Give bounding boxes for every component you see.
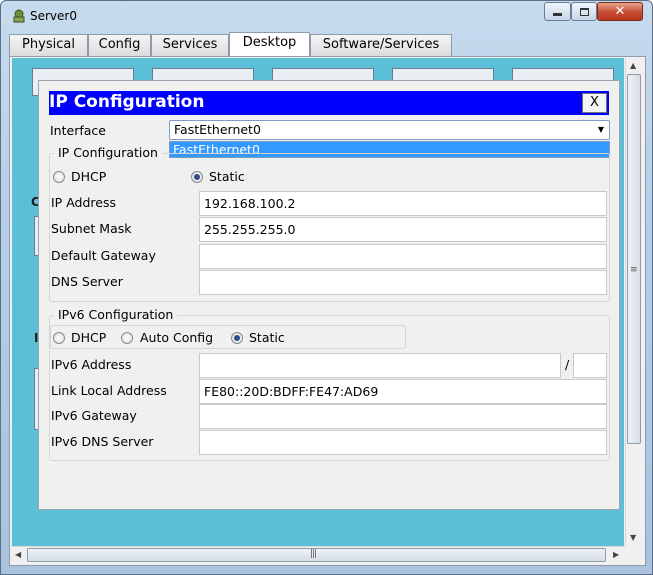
ip-address-label: IP Address <box>51 195 116 210</box>
title-bar[interactable]: Server0 ✕ <box>1 1 652 30</box>
ipv6-dns-server-field[interactable] <box>199 430 607 455</box>
ip-address-field[interactable]: 192.168.100.2 <box>199 191 607 216</box>
ipv4-group-title: IP Configuration <box>54 145 162 160</box>
ipv6-gateway-field[interactable] <box>199 404 607 429</box>
interface-select[interactable]: FastEthernet0 ▼ <box>169 120 610 140</box>
interface-select-value: FastEthernet0 <box>174 122 261 137</box>
horizontal-scrollbar[interactable]: ◀ ||| ▶ <box>12 546 625 563</box>
horizontal-scroll-thumb[interactable]: ||| <box>27 548 606 562</box>
ipv6-address-field[interactable] <box>199 353 561 378</box>
window-close-button[interactable]: ✕ <box>597 2 643 21</box>
vertical-scroll-thumb[interactable]: ≡ <box>627 74 641 444</box>
window-title: Server0 <box>30 9 77 23</box>
scroll-right-icon[interactable]: ▶ <box>613 550 619 559</box>
grip-icon: ≡ <box>630 265 637 275</box>
tab-config[interactable]: Config <box>88 34 151 56</box>
dns-server-field[interactable] <box>199 270 607 295</box>
ipv4-static-label[interactable]: Static <box>209 169 245 184</box>
close-icon: ✕ <box>614 4 626 19</box>
ipv6-dns-server-label: IPv6 DNS Server <box>51 434 154 449</box>
ipv4-static-radio[interactable] <box>191 171 203 183</box>
link-local-address-field[interactable]: FE80::20D:BDFF:FE47:AD69 <box>199 379 607 404</box>
ipv4-dhcp-label[interactable]: DHCP <box>71 169 106 184</box>
default-gateway-field[interactable] <box>199 244 607 269</box>
dialog-title-bar: IP Configuration <box>49 91 609 115</box>
tab-bar: Physical Config Services Desktop Softwar… <box>9 32 646 57</box>
vertical-scrollbar[interactable]: ▲ ≡ ▼ <box>625 58 642 546</box>
tab-desktop[interactable]: Desktop <box>229 32 310 57</box>
server-window: Server0 ✕ Physical Config Services Deskt… <box>0 0 653 575</box>
ipv4-dhcp-radio[interactable] <box>53 171 65 183</box>
link-local-address-label: Link Local Address <box>51 383 167 398</box>
ipv6-auto-config-label[interactable]: Auto Config <box>140 330 213 345</box>
grip-icon: ||| <box>310 549 317 559</box>
ipv6-dhcp-radio[interactable] <box>53 332 65 344</box>
scroll-left-icon[interactable]: ◀ <box>15 550 21 559</box>
scroll-down-icon[interactable]: ▼ <box>630 533 636 542</box>
subnet-mask-label: Subnet Mask <box>51 221 132 236</box>
dns-server-label: DNS Server <box>51 274 123 289</box>
ipv6-dhcp-label[interactable]: DHCP <box>71 330 106 345</box>
prefix-separator: / <box>565 357 570 372</box>
chevron-down-icon: ▼ <box>597 125 604 134</box>
minimize-icon <box>553 13 562 16</box>
dialog-title: IP Configuration <box>49 92 205 112</box>
app-icon <box>11 8 27 23</box>
dialog-close-button[interactable]: X <box>582 93 607 113</box>
default-gateway-label: Default Gateway <box>51 248 156 263</box>
minimize-button[interactable] <box>544 2 571 21</box>
ipv6-gateway-label: IPv6 Gateway <box>51 408 137 423</box>
ip-configuration-dialog: IP Configuration X Interface FastEtherne… <box>38 80 620 510</box>
ipv6-prefix-field[interactable] <box>573 353 607 378</box>
subnet-mask-field[interactable]: 255.255.255.0 <box>199 217 607 242</box>
ipv6-address-label: IPv6 Address <box>51 357 132 372</box>
maximize-button[interactable] <box>571 2 597 21</box>
scroll-up-icon[interactable]: ▲ <box>630 61 636 70</box>
maximize-icon <box>579 7 589 16</box>
tab-physical[interactable]: Physical <box>9 34 88 56</box>
interface-label: Interface <box>50 123 106 138</box>
ipv6-group-title: IPv6 Configuration <box>54 307 178 322</box>
ipv6-auto-config-radio[interactable] <box>121 332 133 344</box>
ipv6-static-label[interactable]: Static <box>249 330 285 345</box>
tab-software-services[interactable]: Software/Services <box>310 34 452 56</box>
ipv6-static-radio[interactable] <box>231 332 243 344</box>
tab-services[interactable]: Services <box>151 34 229 56</box>
